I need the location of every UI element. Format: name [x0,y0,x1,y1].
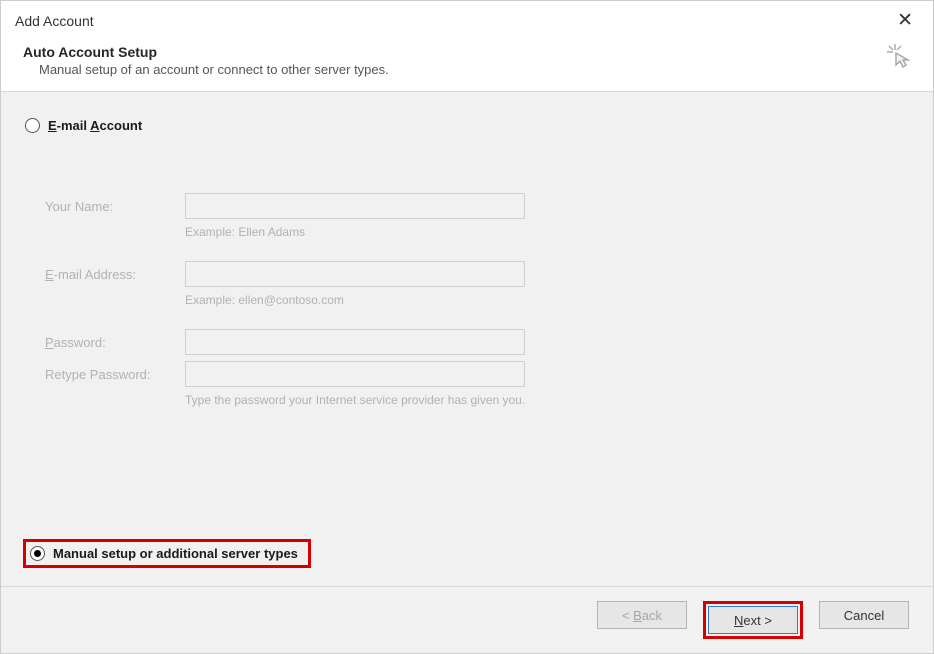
email-address-hint: Example: ellen@contoso.com [185,293,909,307]
retype-password-label: Retype Password: [45,367,185,382]
back-button: < Back [597,601,687,629]
titlebar: Add Account ✕ [1,1,933,36]
next-button-highlight: Next > [703,601,803,639]
your-name-label: Your Name: [45,199,185,214]
password-input [185,329,525,355]
cursor-sparkle-icon [885,42,915,77]
email-account-label: E-mail Account [48,118,142,133]
dialog-content: E-mail Account Your Name: Example: Ellen… [1,92,933,586]
email-address-label: E-mail Address: [45,267,185,282]
manual-setup-highlight: Manual setup or additional server types [23,539,311,568]
manual-setup-label: Manual setup or additional server types [53,546,298,561]
dialog-header: Auto Account Setup Manual setup of an ac… [1,36,933,92]
close-icon[interactable]: ✕ [891,9,919,32]
email-form-disabled: Your Name: Example: Ellen Adams E-mail A… [45,193,909,407]
radio-selected-icon [30,546,45,561]
header-title: Auto Account Setup [23,44,911,60]
email-address-input [185,261,525,287]
next-button[interactable]: Next > [708,606,798,634]
your-name-input [185,193,525,219]
retype-password-input [185,361,525,387]
dialog-footer: < Back Next > Cancel [1,586,933,653]
manual-setup-option[interactable]: Manual setup or additional server types [30,546,298,561]
header-subtitle: Manual setup of an account or connect to… [39,62,911,77]
email-account-option[interactable]: E-mail Account [25,118,909,133]
cancel-button[interactable]: Cancel [819,601,909,629]
password-hint: Type the password your Internet service … [185,393,909,407]
password-label: Password: [45,335,185,350]
radio-unselected-icon [25,118,40,133]
your-name-hint: Example: Ellen Adams [185,225,909,239]
dialog-title: Add Account [15,13,94,29]
add-account-dialog: Add Account ✕ Auto Account Setup Manual … [0,0,934,654]
